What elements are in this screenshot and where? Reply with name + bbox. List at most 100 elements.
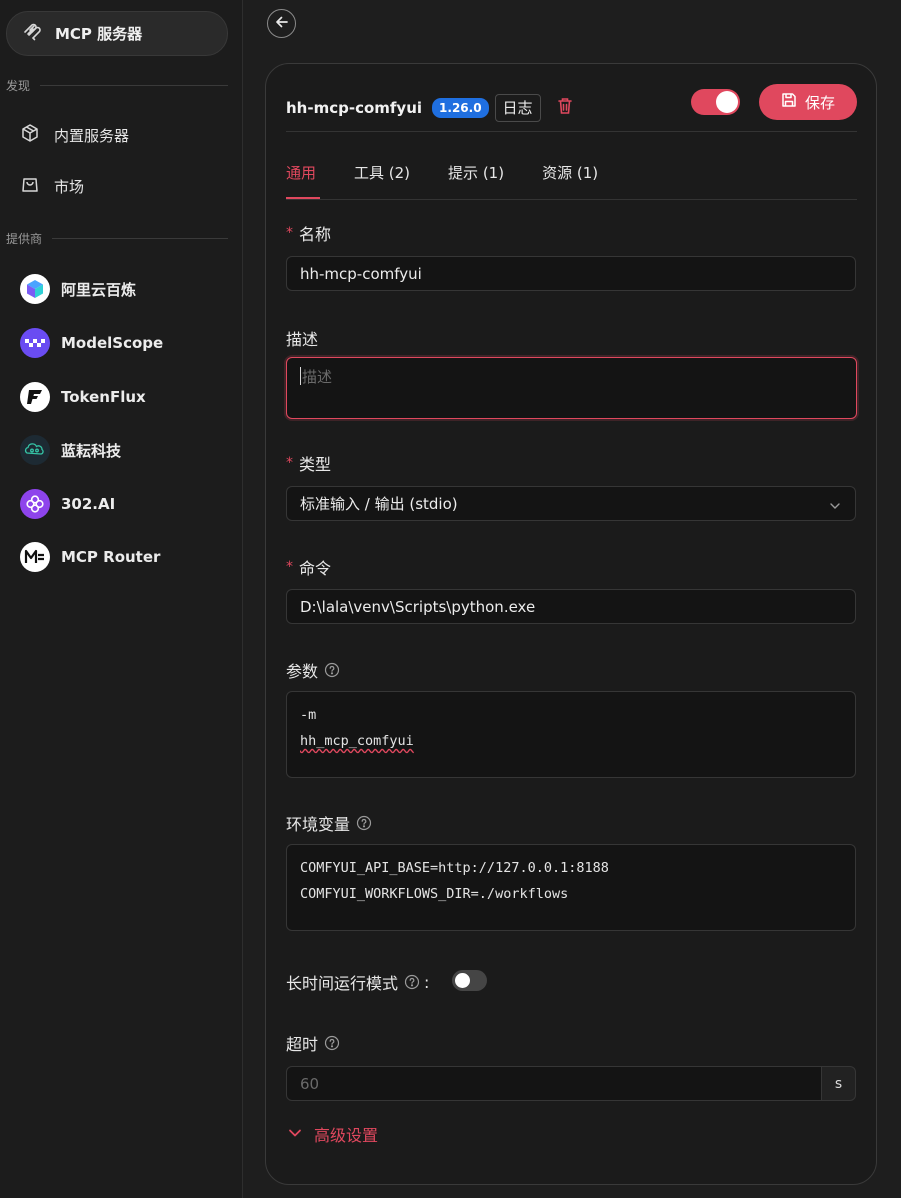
long-running-label-text: 长时间运行模式 <box>286 974 399 993</box>
back-button[interactable] <box>267 9 296 38</box>
provider-name: MCP Router <box>61 548 161 566</box>
tab-general[interactable]: 通用 <box>286 149 321 199</box>
command-field-label: * 命令 <box>286 555 331 579</box>
nav-builtin-label: 内置服务器 <box>54 126 130 145</box>
args-line: -m <box>300 707 317 723</box>
timeout-input[interactable]: 60 <box>286 1066 822 1101</box>
colon: : <box>424 972 430 992</box>
section-providers: 提供商 <box>6 230 228 247</box>
description-label-text: 描述 <box>286 330 319 349</box>
section-discover: 发现 <box>6 77 228 94</box>
server-settings-card: hh-mcp-comfyui 1.26.0 日志 保存 通用 工具 (2) 提示… <box>265 63 877 1185</box>
question-circle-icon[interactable] <box>404 974 420 990</box>
nav-market[interactable]: 市场 <box>20 172 84 200</box>
required-mark: * <box>286 455 293 471</box>
lanyun-logo-icon <box>20 435 50 465</box>
app-window: MCP 服务器 发现 内置服务器 市场 提供商 阿里云百炼 ModelScope… <box>0 0 901 1198</box>
provider-lanyun[interactable]: 蓝耘科技 <box>20 434 121 466</box>
type-label-text: 类型 <box>299 455 332 474</box>
tab-bar: 通用 工具 (2) 提示 (1) 资源 (1) <box>286 149 857 200</box>
save-button[interactable]: 保存 <box>759 84 857 120</box>
mcp-router-logo-icon <box>20 542 50 572</box>
shopping-bag-icon <box>20 174 54 198</box>
args-line: hh_mcp_comfyui <box>300 733 414 749</box>
command-label-text: 命令 <box>299 559 332 578</box>
sidebar: MCP 服务器 发现 内置服务器 市场 提供商 阿里云百炼 ModelScope… <box>0 0 242 1198</box>
box-icon <box>20 123 54 147</box>
name-field-label: * 名称 <box>286 221 331 245</box>
mcp-servers-nav[interactable]: MCP 服务器 <box>6 11 228 56</box>
section-providers-label: 提供商 <box>6 232 43 246</box>
provider-mcp-router[interactable]: MCP Router <box>20 541 160 573</box>
divider <box>52 238 228 239</box>
aliyun-logo-icon <box>20 274 50 304</box>
type-selected-value: 标准输入 / 输出 (stdio) <box>300 495 458 513</box>
tab-prompts[interactable]: 提示 (1) <box>448 149 504 199</box>
provider-302ai[interactable]: 302.AI <box>20 488 115 520</box>
env-textarea[interactable]: COMFYUI_API_BASE=http://127.0.0.1:8188 C… <box>286 844 856 931</box>
timeout-field-label: 超时 <box>286 1031 340 1055</box>
type-select[interactable]: 标准输入 / 输出 (stdio) <box>286 486 856 521</box>
nav-builtin-servers[interactable]: 内置服务器 <box>20 121 129 149</box>
args-field-label: 参数 <box>286 658 340 682</box>
type-field-label: * 类型 <box>286 451 331 475</box>
tab-resources[interactable]: 资源 (1) <box>542 149 598 199</box>
long-running-toggle[interactable] <box>452 970 487 991</box>
save-icon <box>781 92 805 112</box>
provider-modelscope[interactable]: ModelScope <box>20 327 163 359</box>
timeout-label-text: 超时 <box>286 1035 319 1054</box>
server-enabled-toggle[interactable] <box>691 89 740 115</box>
provider-name: 阿里云百炼 <box>61 280 137 299</box>
section-discover-label: 发现 <box>6 79 31 93</box>
provider-name: ModelScope <box>61 334 164 352</box>
mcp-servers-label: MCP 服务器 <box>55 25 143 43</box>
env-field-label: 环境变量 <box>286 811 372 835</box>
chevron-down-icon <box>288 1125 314 1144</box>
command-input[interactable]: D:\lala\venv\Scripts\python.exe <box>286 589 856 624</box>
question-circle-icon[interactable] <box>324 662 340 678</box>
toggle-knob <box>455 973 470 988</box>
version-badge: 1.26.0 <box>432 97 489 118</box>
provider-name: 蓝耘科技 <box>61 441 122 460</box>
trash-icon <box>557 97 573 119</box>
timeout-unit: s <box>821 1066 856 1101</box>
env-line: COMFYUI_API_BASE=http://127.0.0.1:8188 <box>300 860 609 876</box>
env-line: COMFYUI_WORKFLOWS_DIR=./workflows <box>300 886 569 902</box>
advanced-settings-toggle[interactable]: 高级设置 <box>288 1122 378 1146</box>
toggle-knob <box>716 91 738 113</box>
args-textarea[interactable]: -m hh_mcp_comfyui <box>286 691 856 778</box>
advanced-settings-label: 高级设置 <box>314 1126 379 1145</box>
question-circle-icon[interactable] <box>356 815 372 831</box>
log-button[interactable]: 日志 <box>494 93 541 122</box>
text-caret <box>300 367 301 385</box>
chevron-down-icon <box>829 498 841 516</box>
302ai-logo-icon <box>20 489 50 519</box>
delete-button[interactable] <box>557 97 573 119</box>
nav-market-label: 市场 <box>54 177 85 196</box>
args-label-text: 参数 <box>286 662 319 681</box>
required-mark: * <box>286 225 293 241</box>
name-label-text: 名称 <box>299 225 332 244</box>
provider-aliyun[interactable]: 阿里云百炼 <box>20 273 136 305</box>
provider-tokenflux[interactable]: TokenFlux <box>20 381 146 413</box>
sidebar-divider <box>242 0 243 1198</box>
env-label-text: 环境变量 <box>286 815 351 834</box>
provider-name: 302.AI <box>61 495 116 513</box>
modelscope-logo-icon <box>20 328 50 358</box>
description-textarea[interactable]: 描述 <box>286 357 857 419</box>
divider <box>40 85 228 86</box>
tab-tools[interactable]: 工具 (2) <box>354 149 410 199</box>
description-field-label: 描述 <box>286 326 318 350</box>
save-label: 保存 <box>804 93 835 112</box>
question-circle-icon[interactable] <box>324 1035 340 1051</box>
name-input[interactable]: hh-mcp-comfyui <box>286 256 856 291</box>
description-placeholder: 描述 <box>302 368 333 386</box>
arrow-left-icon <box>274 14 290 34</box>
card-header: hh-mcp-comfyui 1.26.0 日志 保存 <box>286 84 857 132</box>
server-name: hh-mcp-comfyui <box>286 98 423 117</box>
long-running-label: 长时间运行模式 : <box>286 970 429 994</box>
provider-name: TokenFlux <box>61 388 146 406</box>
tokenflux-logo-icon <box>20 382 50 412</box>
mcp-icon <box>22 22 42 46</box>
required-mark: * <box>286 559 293 575</box>
